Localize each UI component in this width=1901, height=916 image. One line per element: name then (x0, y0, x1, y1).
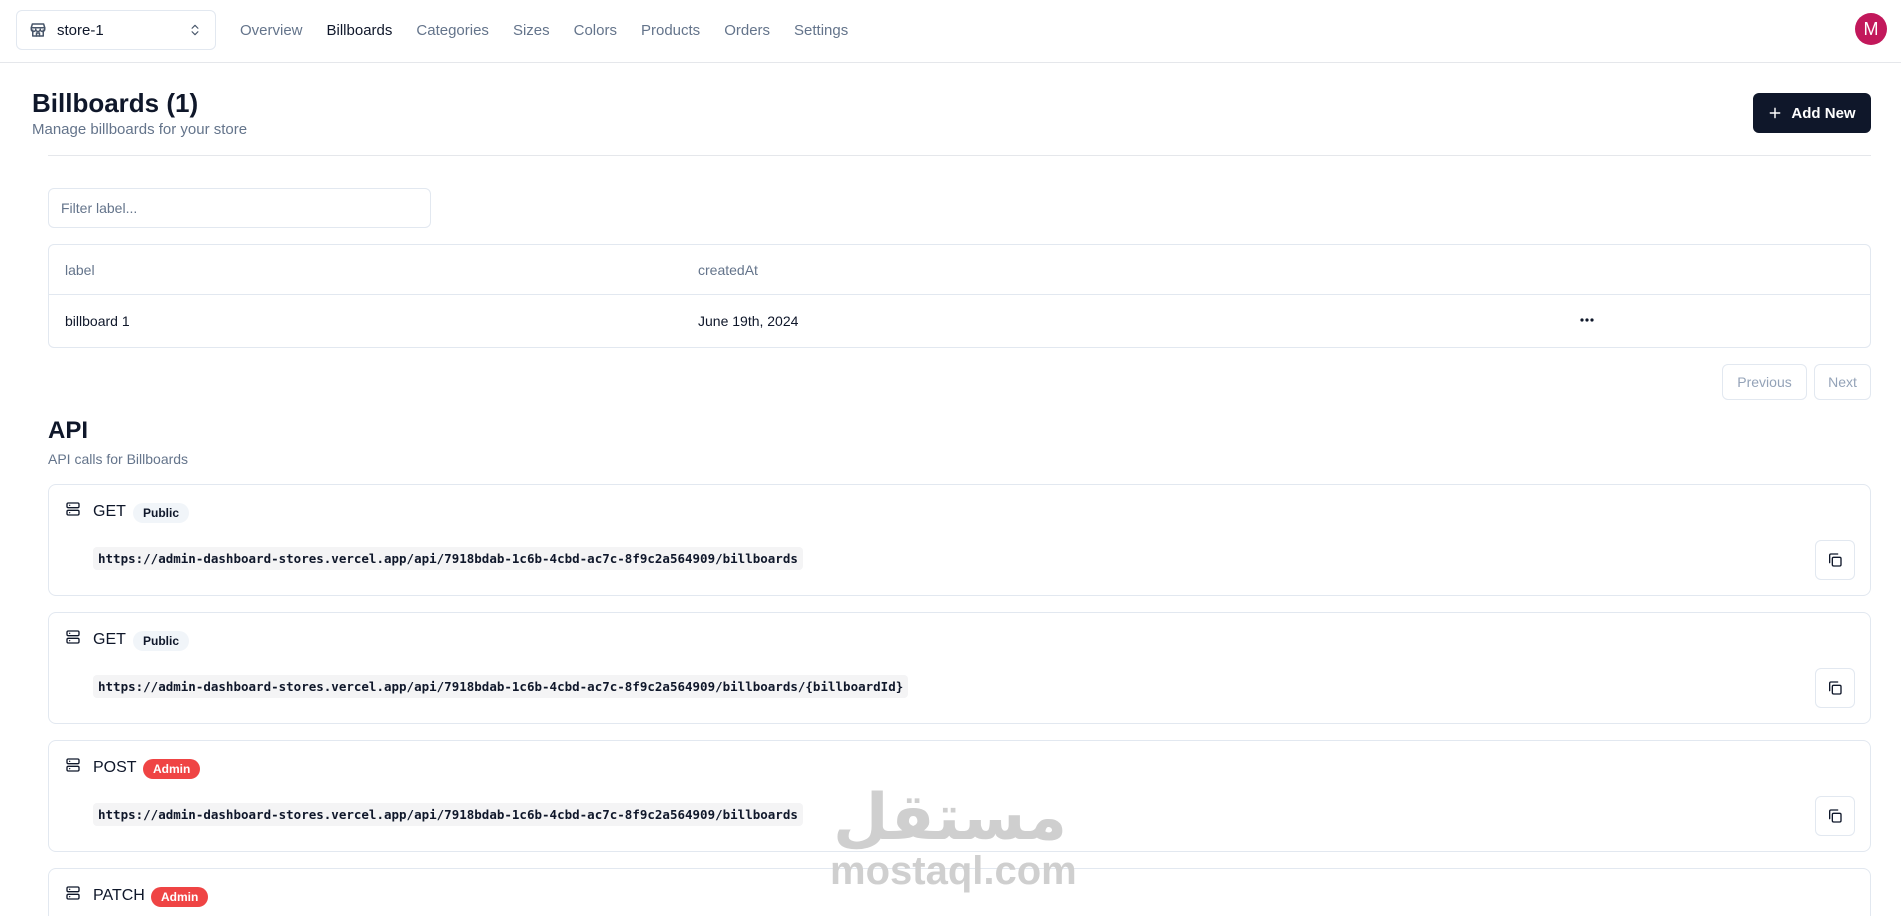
nav-link-billboards[interactable]: Billboards (327, 22, 393, 39)
header-divider (48, 155, 1871, 156)
add-new-label: Add New (1791, 104, 1856, 122)
next-page-button[interactable]: Next (1814, 364, 1871, 400)
api-section-title: API (48, 417, 89, 444)
copy-icon (1829, 809, 1842, 823)
store-name: store-1 (57, 21, 104, 39)
main-nav: Overview Billboards Categories Sizes Col… (240, 0, 872, 60)
copy-button[interactable] (1815, 540, 1855, 580)
page-subtitle: Manage billboards for your store (32, 121, 248, 138)
add-new-button[interactable]: Add New (1753, 93, 1871, 133)
column-header-createdat[interactable]: createdAt (698, 262, 758, 278)
api-method: PATCH (93, 887, 145, 904)
api-method: GET (93, 631, 126, 648)
column-header-label[interactable]: label (65, 262, 95, 278)
server-icon (65, 501, 81, 517)
nav-link-colors[interactable]: Colors (574, 22, 617, 39)
store-icon (29, 21, 47, 39)
copy-icon (1829, 681, 1842, 695)
api-endpoint-card: GET Public https://admin-dashboard-store… (48, 612, 1871, 724)
billboards-table: label createdAt billboard 1 June 19th, 2… (48, 244, 1871, 348)
api-method: POST (93, 759, 137, 776)
server-icon (65, 885, 81, 901)
watermark-latin: mostaql.com (830, 849, 1077, 893)
cell-createdat: June 19th, 2024 (698, 313, 799, 329)
nav-link-overview[interactable]: Overview (240, 22, 303, 39)
nav-link-settings[interactable]: Settings (794, 22, 848, 39)
filter-label-input[interactable] (48, 188, 431, 228)
user-avatar[interactable]: M (1855, 13, 1887, 45)
api-badge: Public (133, 631, 190, 651)
api-badge: Admin (143, 759, 201, 779)
copy-button[interactable] (1815, 668, 1855, 708)
api-method: GET (93, 503, 126, 520)
api-badge: Admin (151, 887, 209, 907)
server-icon (65, 629, 81, 645)
api-url: https://admin-dashboard-stores.vercel.ap… (93, 547, 803, 570)
api-endpoint-card: GET Public https://admin-dashboard-store… (48, 484, 1871, 596)
page-title: Billboards (1) (32, 88, 199, 118)
nav-link-products[interactable]: Products (641, 22, 700, 39)
copy-button[interactable] (1815, 796, 1855, 836)
more-horizontal-icon[interactable] (1574, 309, 1600, 331)
table-row: billboard 1 June 19th, 2024 (49, 295, 1870, 348)
watermark-arabic: مستقل (832, 781, 1068, 853)
server-icon (65, 757, 81, 773)
api-section-subtitle: API calls for Billboards (48, 451, 189, 467)
nav-link-orders[interactable]: Orders (724, 22, 770, 39)
mostaql-watermark: مستقل mostaql.com (830, 781, 1077, 893)
top-navbar: store-1 Overview Billboards Categories S… (0, 0, 1901, 63)
store-switcher[interactable]: store-1 (16, 10, 216, 50)
chevrons-up-down-icon (187, 22, 203, 38)
cell-label: billboard 1 (65, 313, 130, 329)
previous-page-button[interactable]: Previous (1722, 364, 1807, 400)
api-badge: Public (133, 503, 190, 523)
api-url: https://admin-dashboard-stores.vercel.ap… (93, 675, 909, 698)
plus-icon (1768, 106, 1782, 120)
nav-link-categories[interactable]: Categories (416, 22, 489, 39)
api-url: https://admin-dashboard-stores.vercel.ap… (93, 803, 803, 826)
nav-link-sizes[interactable]: Sizes (513, 22, 550, 39)
table-header: label createdAt (49, 245, 1870, 295)
copy-icon (1829, 553, 1842, 567)
